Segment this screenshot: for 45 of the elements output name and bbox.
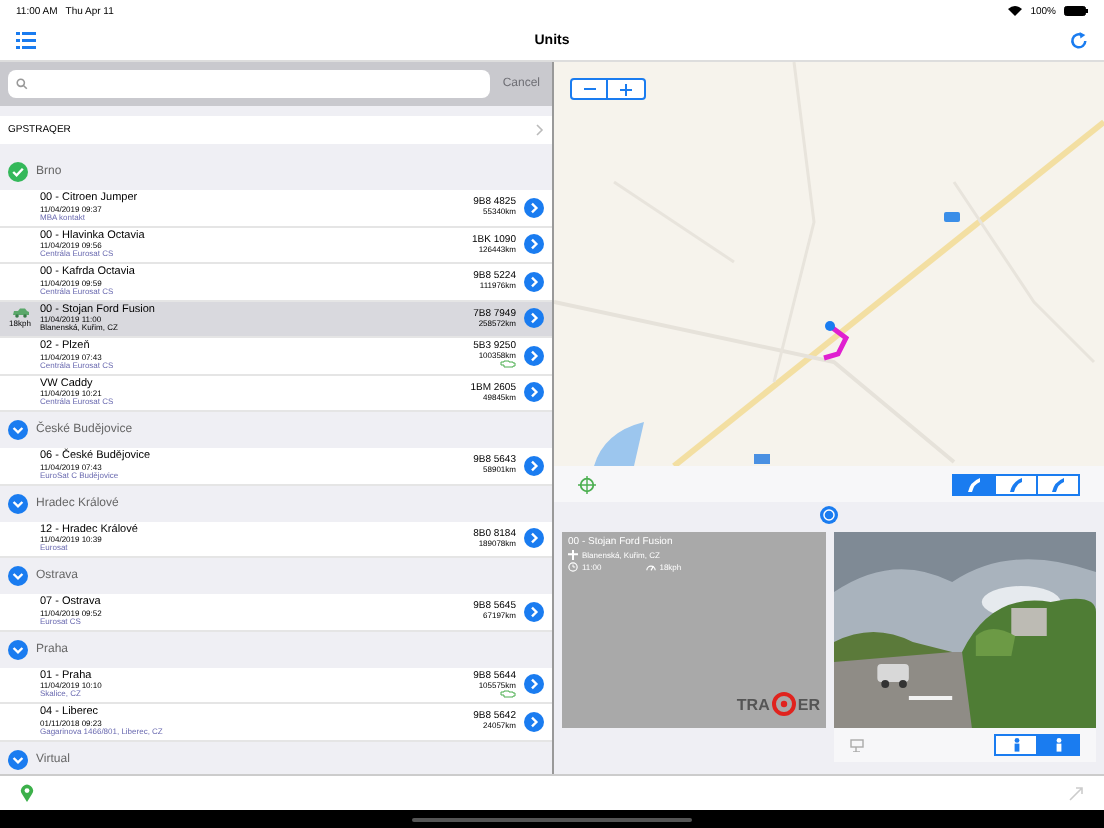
detail-icon[interactable] <box>524 382 544 403</box>
battery-icon <box>1064 6 1088 16</box>
car-icon <box>11 308 29 319</box>
logo-text: ER <box>797 695 820 713</box>
detail-icon[interactable] <box>524 271 544 292</box>
zoom-out-button[interactable] <box>570 78 608 100</box>
location-pin-icon[interactable] <box>20 784 34 802</box>
detail-icon[interactable] <box>524 528 544 549</box>
plus-icon <box>620 83 632 95</box>
zoom-in-button[interactable] <box>608 78 646 100</box>
search-field[interactable] <box>8 70 491 98</box>
clock-icon <box>568 562 578 572</box>
road-icon <box>1050 477 1066 491</box>
road-icon <box>966 477 982 491</box>
collapse-icon[interactable] <box>8 493 28 513</box>
chevron-icon <box>536 124 544 136</box>
detail-icon[interactable] <box>524 601 544 622</box>
detail-icon[interactable] <box>524 674 544 695</box>
logo-text: TRA <box>736 695 770 713</box>
detail-icon[interactable] <box>524 455 544 476</box>
detail-icon[interactable] <box>524 308 544 329</box>
search-icon <box>16 78 28 90</box>
detail-icon[interactable] <box>524 711 544 732</box>
detail-icon[interactable] <box>524 234 544 255</box>
speed-icon <box>645 562 656 572</box>
road-icon <box>1008 477 1024 491</box>
check-icon[interactable] <box>8 162 28 182</box>
refresh-icon[interactable] <box>1070 32 1088 50</box>
list-icon[interactable] <box>16 32 36 50</box>
map-mode-tab[interactable] <box>952 473 996 495</box>
detail-icon[interactable] <box>524 345 544 366</box>
collapse-icon[interactable] <box>8 420 28 440</box>
photo-mode-tab[interactable] <box>1036 734 1080 756</box>
collapse-icon[interactable] <box>8 749 28 769</box>
map-mode-tab[interactable] <box>1036 473 1080 495</box>
wifi-icon <box>1008 6 1023 16</box>
crosshair-icon[interactable] <box>578 475 596 493</box>
minus-icon <box>583 87 595 91</box>
map-mode-tab[interactable] <box>994 473 1038 495</box>
photo-mode-tab[interactable] <box>994 734 1038 756</box>
detail-icon[interactable] <box>524 197 544 218</box>
target-icon <box>771 692 796 716</box>
expand-icon[interactable] <box>820 506 838 524</box>
collapse-icon[interactable] <box>8 639 28 659</box>
collapse-icon[interactable] <box>8 566 28 586</box>
